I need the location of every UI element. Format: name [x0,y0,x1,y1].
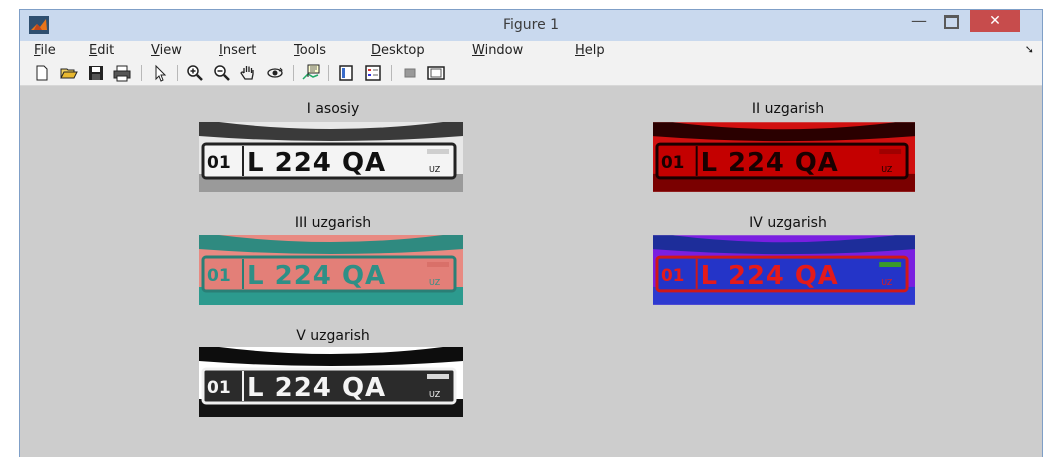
colorbar-icon[interactable] [336,63,356,83]
rotate-3d-icon[interactable] [265,63,285,83]
save-icon[interactable] [86,63,106,83]
plot-title-2: II uzgarish [751,101,825,117]
data-cursor-icon[interactable] [301,63,321,83]
menu-label: ools [299,43,327,58]
maximize-button[interactable] [938,10,964,32]
menu-accel: W [472,43,485,58]
menu-label: iew [159,43,182,58]
open-file-icon[interactable] [59,63,79,83]
plate-image-2: 01 L 224 QA UZ [653,122,915,192]
menu-edit[interactable]: Edit [89,43,114,58]
plot-title-5: V uzgarish [296,328,370,344]
plate-region-text: 01 [207,153,231,173]
plate-region-text: 01 [661,265,684,285]
zoom-out-icon[interactable] [212,63,232,83]
menu-view[interactable]: View [151,43,182,58]
toolbar-separator [328,65,329,81]
plot-title-1: I asosiy [306,101,360,117]
toolbar-separator [177,65,178,81]
plate-flag-stripe [879,149,902,155]
new-file-icon[interactable] [32,63,52,83]
minimize-button[interactable]: — [906,11,932,33]
plate-country-text: UZ [881,165,893,174]
plate-country-text: UZ [429,278,441,287]
plate-flag-stripe [427,374,449,379]
plate-image-4: 01 L 224 QA UZ [653,235,915,305]
plate-flag-stripe [879,262,902,268]
figure-canvas: I asosiy II uzgarish III uzgarish IV uzg… [20,86,1042,457]
close-button[interactable]: ✕ [970,10,1020,32]
menu-label: dit [97,43,115,58]
plate-number-text: L 224 QA [701,261,839,291]
menu-accel: D [371,43,382,58]
plate-country-text: UZ [429,165,441,174]
menu-accel: V [151,43,160,58]
plate-number-text: L 224 QA [247,261,386,291]
print-icon[interactable] [112,63,132,83]
plate-region-text: 01 [207,266,231,286]
menu-file[interactable]: File [34,43,56,58]
plate-image-1: 01 L 224 QA UZ [199,122,463,192]
plate-number-text: L 224 QA [247,373,386,403]
menu-window[interactable]: Window [472,43,523,58]
menu-tools[interactable]: Tools [294,43,326,58]
plate-country-text: UZ [881,278,893,287]
menu-accel: H [575,43,585,58]
plate-flag-stripe [427,262,449,267]
title-bar[interactable]: Figure 1 — ✕ [20,10,1042,41]
maximize-icon [943,15,959,29]
legend-icon[interactable] [363,63,383,83]
plate-image-5: 01 L 224 QA UZ [199,347,463,417]
plate-country-text: UZ [429,390,441,399]
menu-desktop[interactable]: Desktop [371,43,425,58]
plot-title-4: IV uzgarish [749,215,827,231]
plate-region-text: 01 [661,152,684,172]
pan-hand-icon[interactable] [238,63,258,83]
menu-label: ile [40,43,56,58]
hide-plot-tools-icon[interactable] [400,63,420,83]
menu-overflow-icon[interactable]: ➘ [1025,43,1034,56]
menu-insert[interactable]: Insert [219,43,256,58]
toolbar [20,61,1042,86]
menu-label: esktop [381,43,425,58]
plate-image-3: 01 L 224 QA UZ [199,235,463,305]
toolbar-separator [141,65,142,81]
menu-bar: File Edit View Insert Tools Desktop Wind… [20,41,1042,61]
pointer-icon[interactable] [151,63,171,83]
menu-label: nsert [222,43,257,58]
window-title: Figure 1 [502,17,560,33]
plate-number-text: L 224 QA [701,148,839,178]
menu-help[interactable]: Help [575,43,605,58]
menu-label: indow [484,43,524,58]
plot-title-3: III uzgarish [294,215,372,231]
zoom-in-icon[interactable] [185,63,205,83]
menu-label: elp [584,43,605,58]
plate-region-text: 01 [207,378,231,398]
plate-flag-stripe [427,149,449,154]
menu-accel: E [89,43,98,58]
show-plot-tools-icon[interactable] [426,63,446,83]
toolbar-separator [293,65,294,81]
toolbar-separator [391,65,392,81]
plate-number-text: L 224 QA [247,148,386,178]
figure-window: Figure 1 — ✕ File Edit View Insert Tools… [19,9,1043,457]
